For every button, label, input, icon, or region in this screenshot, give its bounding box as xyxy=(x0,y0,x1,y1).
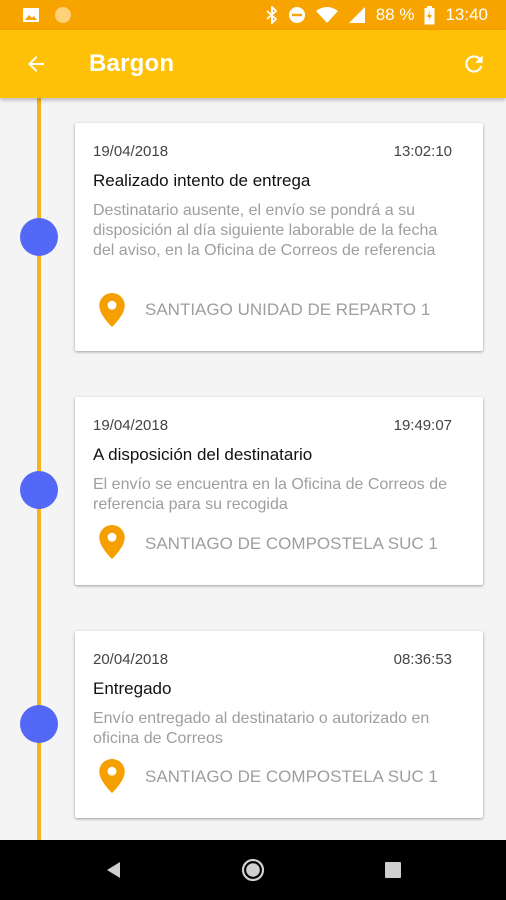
event-time: 08:36:53 xyxy=(393,651,452,668)
refresh-button[interactable] xyxy=(456,46,492,82)
event-date: 19/04/2018 xyxy=(93,143,169,160)
event-date: 20/04/2018 xyxy=(93,651,169,668)
status-bar: 88 % 13:40 xyxy=(0,0,506,30)
refresh-icon xyxy=(465,55,483,73)
event-title: Entregado xyxy=(93,679,172,698)
nav-home-icon[interactable] xyxy=(241,858,265,882)
status-time: 13:40 xyxy=(445,5,488,24)
tracking-event-card[interactable]: 19/04/2018 19:49:07 A disposición del de… xyxy=(75,397,483,585)
timeline-dot xyxy=(20,705,58,743)
status-right: 88 % 13:40 xyxy=(266,0,488,30)
arrow-back-icon xyxy=(28,56,44,72)
do-not-disturb-icon xyxy=(288,6,306,24)
event-location: SANTIAGO DE COMPOSTELA SUC 1 xyxy=(145,767,438,786)
nav-recent-icon[interactable] xyxy=(385,862,401,878)
event-description: Destinatario ausente, el envío se pondrá… xyxy=(93,202,438,259)
location-pin-icon xyxy=(99,293,125,327)
timeline-dot xyxy=(20,218,58,256)
circle-icon xyxy=(54,6,72,24)
navigation-bar xyxy=(0,840,506,900)
location-pin-icon xyxy=(99,759,125,793)
event-date: 19/04/2018 xyxy=(93,417,169,434)
event-location: SANTIAGO DE COMPOSTELA SUC 1 xyxy=(145,534,438,553)
battery-icon xyxy=(424,5,435,25)
image-icon xyxy=(22,6,40,24)
back-button[interactable] xyxy=(18,46,54,82)
page-title: Bargon xyxy=(89,50,175,77)
timeline-dot xyxy=(20,471,58,509)
event-title: A disposición del destinatario xyxy=(93,445,313,464)
event-description: El envío se encuentra en la Oficina de C… xyxy=(93,476,447,513)
event-location: SANTIAGO UNIDAD DE REPARTO 1 xyxy=(145,300,431,319)
nav-back-icon[interactable] xyxy=(104,860,124,880)
event-time: 13:02:10 xyxy=(393,143,452,160)
event-title: Realizado intento de entrega xyxy=(93,171,311,190)
signal-icon xyxy=(348,6,366,24)
battery-percent: 88 % xyxy=(375,5,415,24)
location-pin-icon xyxy=(99,525,125,559)
event-description: Envío entregado al destinatario o autori… xyxy=(93,710,430,747)
tracking-event-card[interactable]: 20/04/2018 08:36:53 Entregado Envío entr… xyxy=(75,631,483,818)
tracking-event-card[interactable]: 19/04/2018 13:02:10 Realizado intento de… xyxy=(75,123,483,351)
bluetooth-icon xyxy=(266,6,278,24)
status-left xyxy=(22,6,72,24)
wifi-icon xyxy=(315,6,338,24)
event-time: 19:49:07 xyxy=(393,417,452,434)
app-bar: Bargon xyxy=(0,30,506,98)
